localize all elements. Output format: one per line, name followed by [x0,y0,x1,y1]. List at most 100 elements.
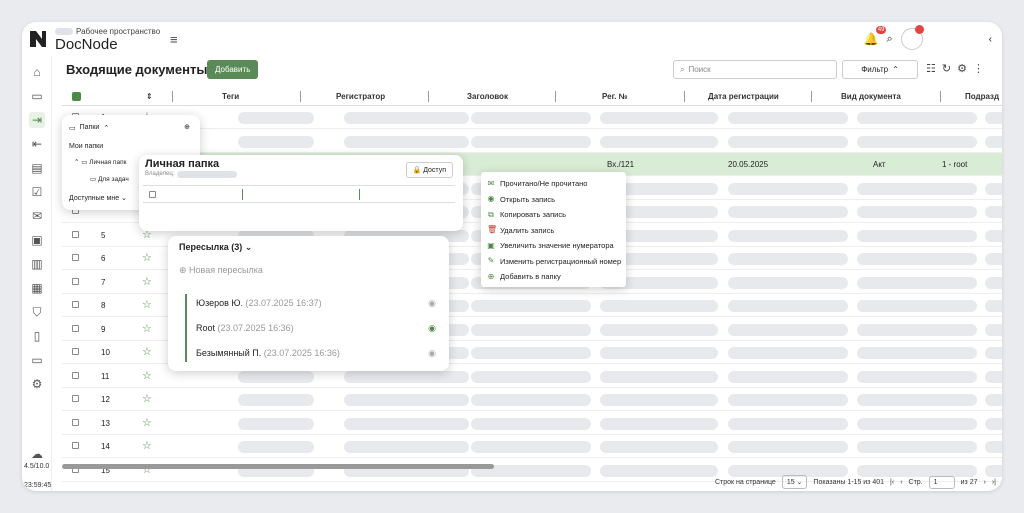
access-button[interactable]: 🔒 Доступ [405,162,453,178]
placeholder-cell [985,417,1002,430]
row-checkbox[interactable] [72,348,79,355]
row-checkbox[interactable] [72,301,79,308]
document-icon[interactable]: ▤ [29,160,45,176]
row-checkbox[interactable] [72,254,79,261]
star-icon[interactable]: ☆ [142,345,152,358]
placeholder-cell [985,323,1002,336]
clipboard-icon[interactable]: ☑ [29,184,45,200]
briefcase-icon[interactable]: ▣ [29,232,45,248]
placeholder-cell [985,300,1002,312]
last-page-icon[interactable]: ›| [992,479,996,486]
table-row[interactable]: 13 ☆ [62,412,1002,435]
first-page-icon[interactable]: |‹ [890,479,894,486]
page-input[interactable]: 1 [928,475,955,489]
app-name: DocNode [55,36,118,53]
inbox-icon[interactable]: ⇥ [29,112,45,128]
context-menu-item[interactable]: 🗑 Удалить запись [481,223,626,239]
eye-icon[interactable]: ◉ [428,348,436,359]
table-row[interactable]: 1☆ [62,106,1002,129]
next-page-icon[interactable]: › [984,479,986,486]
box-icon[interactable]: ▦ [29,280,45,296]
workspace-label[interactable]: Рабочее пространство [55,27,160,36]
docnode-logo [30,31,46,47]
star-icon[interactable]: ☆ [142,275,152,288]
theme-icon[interactable]: ☁ [29,446,45,462]
row-checkbox[interactable] [72,442,79,449]
context-menu-item[interactable]: ✉ Прочитано/Не прочитано [481,176,626,192]
context-menu-item[interactable]: ◉ Открыть запись [481,192,626,208]
archive-icon[interactable]: ▥ [29,256,45,272]
folder-tasks[interactable]: ▭ Для задач [90,175,129,183]
placeholder-cell [728,182,848,195]
row-checkbox[interactable] [72,395,79,402]
placeholder-cell [857,112,977,124]
placeholder-cell [857,253,977,265]
folder-icon[interactable]: ▭ [29,88,45,104]
avatar[interactable] [900,25,924,50]
add-folder-icon[interactable]: ⊕ [184,123,190,131]
row-checkbox[interactable] [72,418,79,426]
context-menu-label: Добавить в папку [500,272,561,282]
placeholder-cell [344,441,469,453]
refresh-icon[interactable]: ↻ [942,62,951,75]
my-folders[interactable]: Мои папки [69,143,103,150]
menu-icon[interactable]: ≡ [170,32,178,47]
context-menu-item[interactable]: ⊕ Добавить в папку [481,269,626,285]
version: 4.5/10.0 [24,463,50,470]
rows-per-page-select[interactable]: 15 ⌄ [781,475,808,489]
checkbox[interactable] [149,191,156,198]
chevron-left-icon[interactable]: ‹ [989,34,992,45]
table-cell: 20.05.2025 [728,160,769,169]
row-number: 10 [101,348,110,357]
row-checkbox[interactable] [72,371,79,379]
row-checkbox[interactable] [72,324,79,332]
star-icon[interactable]: ☆ [142,439,152,452]
row-number: 9 [101,324,106,334]
outbox-icon[interactable]: ⇤ [29,136,45,152]
gear-icon[interactable]: ⚙ [957,62,967,75]
sliders-icon[interactable]: ☷ [926,62,936,75]
context-menu-item[interactable]: ▣ Увеличить значение нумератора [481,238,626,254]
star-icon[interactable]: ☆ [142,392,152,405]
add-button[interactable]: Добавить [207,60,259,79]
star-icon[interactable]: ☆ [142,416,152,429]
row-number: 7 [101,277,106,287]
folder-personal[interactable]: ⌃ ▭ Личная папк [74,158,127,166]
page-title: Входящие документы [66,62,208,77]
mail-icon[interactable]: ✉ [29,208,45,224]
context-menu-item[interactable]: ⧉ Копировать запись [481,207,626,223]
star-icon[interactable]: ☆ [142,251,152,264]
eye-icon[interactable]: ◉ [428,323,436,334]
shield-icon[interactable]: ⛉ [29,304,45,320]
chart-icon[interactable]: ▯ [29,328,45,344]
forward-title: Пересылка (3) ⌄ [179,242,253,252]
home-icon[interactable]: ⌂ [29,64,45,80]
row-checkbox[interactable] [72,230,79,238]
prev-page-icon[interactable]: ‹ [900,479,902,486]
gear-icon[interactable]: ⚙ [29,376,45,392]
table-row[interactable]: ☆ [62,130,1002,153]
bell-icon[interactable]: 🔔 49 [864,26,887,46]
sidebar: ⌂ ▭ ⇥ ⇤ ▤ ☑ ✉ ▣ ▥ ▦ ⛉ ▯ ▭ ⚙ [22,56,52,491]
placeholder-cell [857,347,977,359]
context-menu-label: Увеличить значение нумератора [500,241,614,251]
more-icon[interactable]: ⋮ [973,62,984,75]
row-checkbox[interactable] [72,277,79,285]
horizontal-scrollbar[interactable] [62,462,1002,471]
star-icon[interactable]: ☆ [142,322,152,335]
new-forward-button[interactable]: ⊕ Новая пересылка [179,265,263,276]
star-icon[interactable]: ☆ [142,369,152,382]
available-folders[interactable]: Доступные мне ⌄ [69,194,127,202]
chat-icon[interactable]: ▭ [29,352,45,368]
filter-button[interactable]: Фильтр ⌃ [842,60,918,79]
table-row[interactable]: 14 ☆ [62,435,1002,458]
placeholder-cell [857,417,977,430]
table-row[interactable]: 12 ☆ [62,388,1002,411]
search-input[interactable]: ⌕ Поиск [673,60,837,79]
select-all-checkbox[interactable] [72,92,81,101]
context-menu-item[interactable]: ✎ Изменить регистрационный номер [481,254,626,270]
star-icon[interactable]: ☆ [142,298,152,311]
placeholder-cell [857,206,977,218]
search-icon[interactable]: ⌕ [886,33,892,46]
eye-icon[interactable]: ◉ [428,298,436,309]
